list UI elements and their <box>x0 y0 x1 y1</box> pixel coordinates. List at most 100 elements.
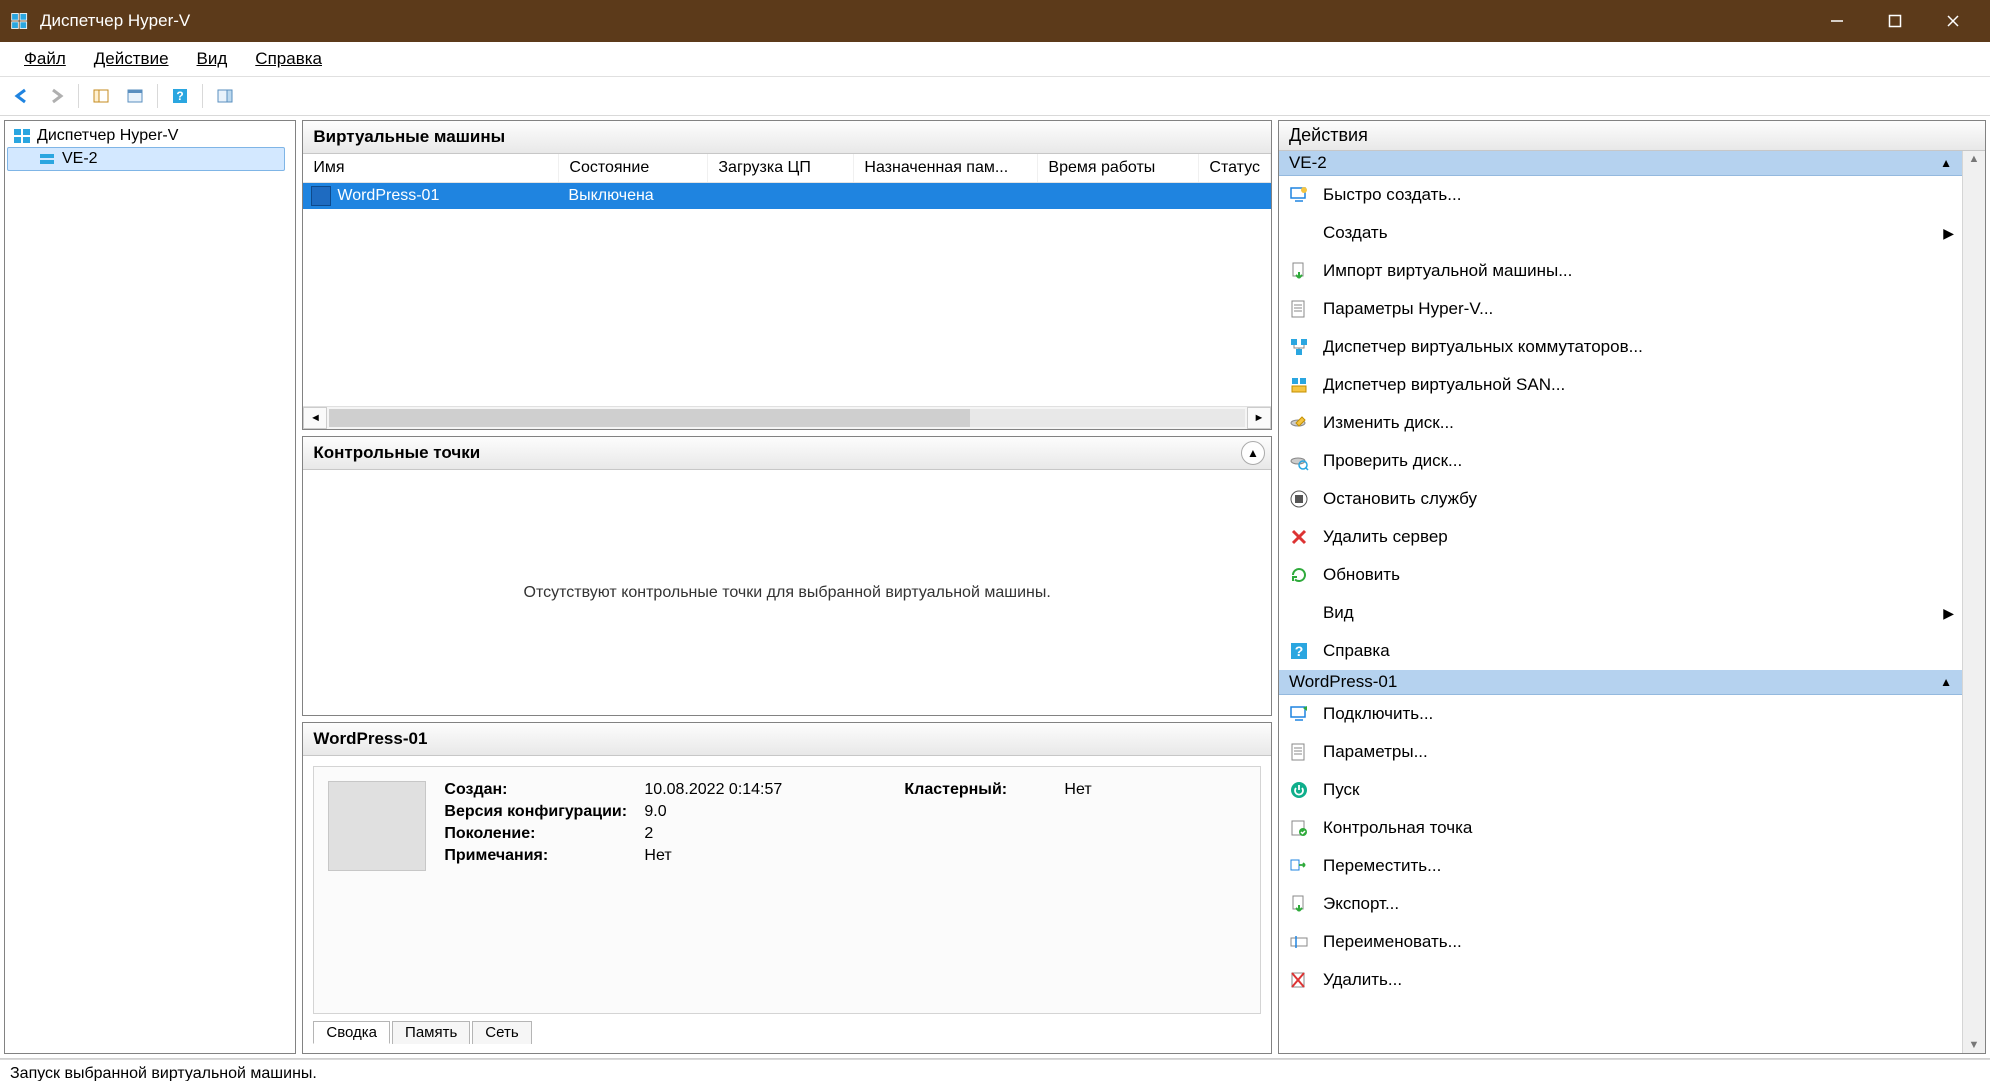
checkpoints-empty: Отсутствуют контрольные точки для выбран… <box>303 470 1271 715</box>
action-stop-svc[interactable]: Остановить службу <box>1279 480 1962 518</box>
submenu-arrow-icon: ▶ <box>1943 605 1954 622</box>
scroll-left-icon[interactable]: ◄ <box>303 407 327 429</box>
submenu-arrow-icon: ▶ <box>1943 225 1954 242</box>
menu-action[interactable]: Действие <box>80 45 183 73</box>
created-label: Создан: <box>444 781 644 799</box>
cfgver-value: 9.0 <box>644 803 904 821</box>
tree-host[interactable]: VE-2 <box>7 147 285 171</box>
delete-x-icon <box>1287 527 1311 547</box>
action-vsan[interactable]: Диспетчер виртуальной SAN... <box>1279 366 1962 404</box>
help-button[interactable]: ? <box>164 81 196 111</box>
col-cpu[interactable]: Загрузка ЦП <box>708 154 854 182</box>
action-move[interactable]: Переместить... <box>1279 847 1962 885</box>
action-view[interactable]: Вид ▶ <box>1279 594 1962 632</box>
action-connect[interactable]: Подключить... <box>1279 695 1962 733</box>
svg-text:?: ? <box>1295 643 1304 659</box>
help-icon: ? <box>1287 641 1311 661</box>
tab-memory[interactable]: Память <box>392 1021 470 1044</box>
action-check-disk[interactable]: Проверить диск... <box>1279 442 1962 480</box>
action-create[interactable]: Создать ▶ <box>1279 214 1962 252</box>
maximize-button[interactable] <box>1866 1 1924 41</box>
hyperv-manager-icon <box>11 127 33 145</box>
menu-help[interactable]: Справка <box>241 45 336 73</box>
server-icon <box>36 150 58 168</box>
stop-icon <box>1287 489 1311 509</box>
menu-view[interactable]: Вид <box>183 45 242 73</box>
refresh-icon <box>1287 565 1311 585</box>
action-help[interactable]: ? Справка <box>1279 632 1962 670</box>
action-hv-params[interactable]: Параметры Hyper-V... <box>1279 290 1962 328</box>
vm-columns: Имя Состояние Загрузка ЦП Назначенная па… <box>303 154 1271 183</box>
col-name[interactable]: Имя <box>303 154 559 182</box>
tab-network[interactable]: Сеть <box>472 1021 531 1044</box>
action-start[interactable]: Пуск <box>1279 771 1962 809</box>
action-refresh[interactable]: Обновить <box>1279 556 1962 594</box>
delete-icon <box>1287 970 1311 990</box>
toolbar: ? <box>0 77 1990 116</box>
vm-row-state: Выключена <box>558 187 706 205</box>
export-icon <box>1287 894 1311 914</box>
forward-button[interactable] <box>40 81 72 111</box>
action-vswitch[interactable]: Диспетчер виртуальных коммутаторов... <box>1279 328 1962 366</box>
tree-root-label: Диспетчер Hyper-V <box>37 127 178 145</box>
vsan-icon <box>1287 375 1311 395</box>
window-title: Диспетчер Hyper-V <box>40 11 190 31</box>
collapse-icon[interactable]: ▲ <box>1241 441 1265 465</box>
details-content: Создан: 10.08.2022 0:14:57 Кластерный: Н… <box>313 766 1261 1014</box>
close-button[interactable] <box>1924 1 1982 41</box>
show-hide-action-pane-button[interactable] <box>209 81 241 111</box>
vm-hscroll[interactable]: ◄ ► <box>303 406 1271 429</box>
action-export[interactable]: Экспорт... <box>1279 885 1962 923</box>
vm-panel-header: Виртуальные машины <box>303 121 1271 154</box>
action-checkpoint[interactable]: Контрольная точка <box>1279 809 1962 847</box>
settings-sheet-icon <box>1287 742 1311 762</box>
gen-label: Поколение: <box>444 825 644 843</box>
actions-scrollbar[interactable]: ▲ ▼ <box>1962 151 1985 1053</box>
notes-label: Примечания: <box>444 847 644 865</box>
checkpoints-header: Контрольные точки ▲ <box>303 437 1271 470</box>
scroll-up-icon[interactable]: ▲ <box>1969 153 1980 165</box>
edit-disk-icon <box>1287 413 1311 433</box>
vm-thumbnail <box>328 781 426 871</box>
tree-host-label: VE-2 <box>62 150 98 168</box>
show-hide-console-tree-button[interactable] <box>85 81 117 111</box>
action-delete[interactable]: Удалить... <box>1279 961 1962 999</box>
actions-sec-vm[interactable]: WordPress-01▲ <box>1279 670 1962 695</box>
back-button[interactable] <box>6 81 38 111</box>
action-del-server[interactable]: Удалить сервер <box>1279 518 1962 556</box>
cfgver-label: Версия конфигурации: <box>444 803 644 821</box>
action-import[interactable]: Импорт виртуальной машины... <box>1279 252 1962 290</box>
import-icon <box>1287 261 1311 281</box>
svg-text:?: ? <box>176 89 183 103</box>
window-titlebar: Диспетчер Hyper-V <box>0 0 1990 42</box>
tree-pane: Диспетчер Hyper-V VE-2 <box>4 120 296 1054</box>
col-mem[interactable]: Назначенная пам... <box>854 154 1038 182</box>
power-icon <box>1287 780 1311 800</box>
vm-row-name: WordPress-01 <box>337 187 439 205</box>
monitor-sparkle-icon <box>1287 185 1311 205</box>
cluster-label: Кластерный: <box>904 781 1064 799</box>
app-icon <box>8 9 32 33</box>
status-bar: Запуск выбранной виртуальной машины. <box>0 1059 1990 1081</box>
minimize-button[interactable] <box>1808 1 1866 41</box>
menu-file[interactable]: Файл <box>10 45 80 73</box>
vswitch-icon <box>1287 337 1311 357</box>
col-uptime[interactable]: Время работы <box>1038 154 1199 182</box>
connect-icon <box>1287 704 1311 724</box>
properties-button[interactable] <box>119 81 151 111</box>
action-params[interactable]: Параметры... <box>1279 733 1962 771</box>
col-status[interactable]: Статус <box>1199 154 1271 182</box>
action-edit-disk[interactable]: Изменить диск... <box>1279 404 1962 442</box>
vm-row[interactable]: WordPress-01 Выключена <box>303 183 1271 209</box>
col-state[interactable]: Состояние <box>559 154 708 182</box>
scroll-thumb[interactable] <box>329 409 970 427</box>
action-quick-create[interactable]: Быстро создать... <box>1279 176 1962 214</box>
tree-root[interactable]: Диспетчер Hyper-V <box>7 125 293 147</box>
actions-sec-host[interactable]: VE-2▲ <box>1279 151 1962 176</box>
scroll-right-icon[interactable]: ► <box>1247 407 1271 429</box>
created-value: 10.08.2022 0:14:57 <box>644 781 904 799</box>
tab-summary[interactable]: Сводка <box>313 1021 390 1044</box>
action-rename[interactable]: Переименовать... <box>1279 923 1962 961</box>
scroll-down-icon[interactable]: ▼ <box>1969 1039 1980 1051</box>
vm-icon <box>311 186 331 206</box>
